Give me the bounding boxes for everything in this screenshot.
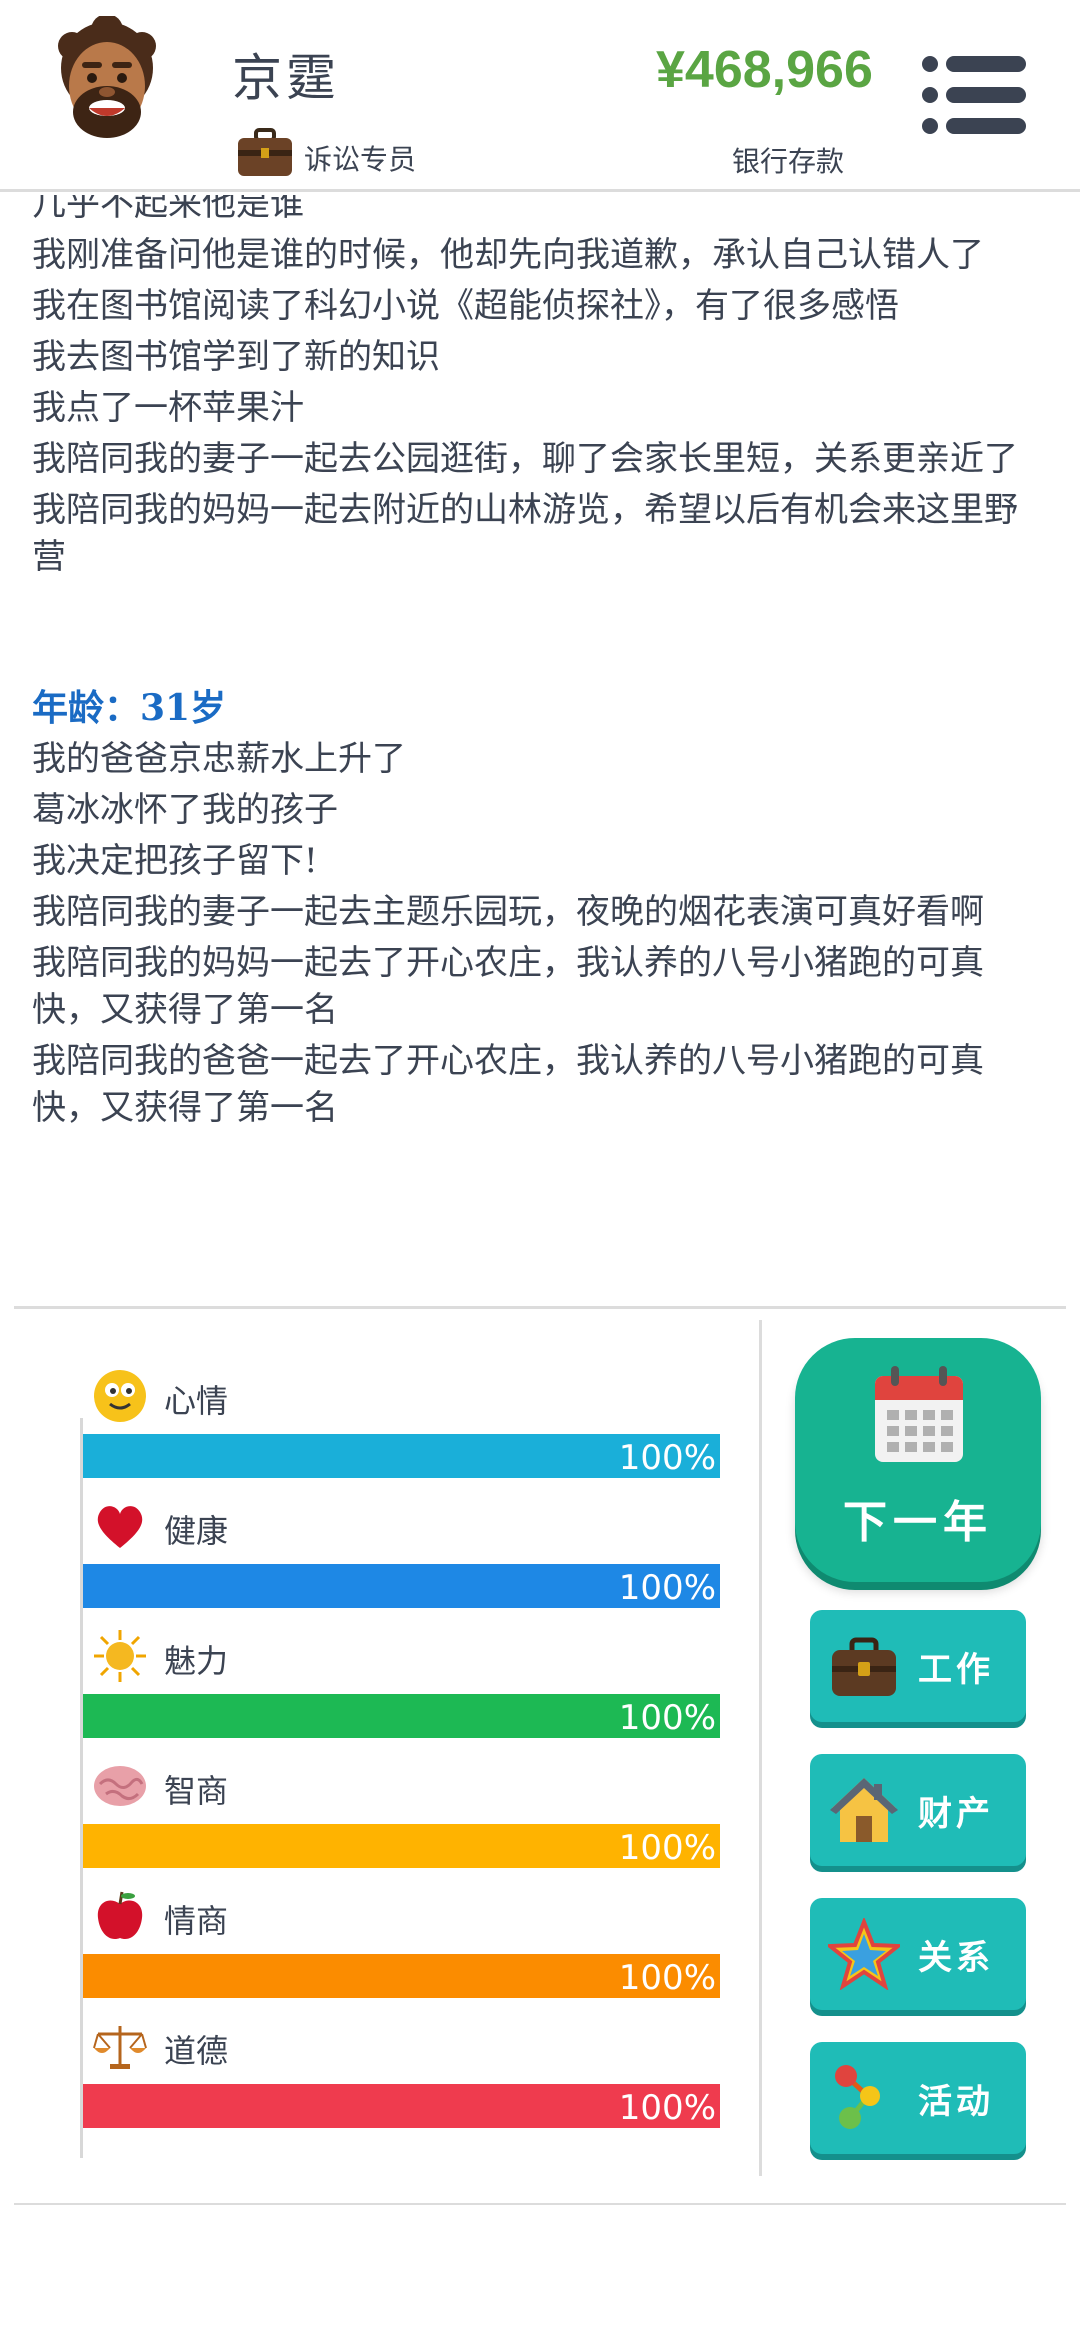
stat-label: 心情 [164,1382,229,1420]
property-button[interactable]: 财产 [810,1754,1026,1866]
briefcase-icon [832,1637,896,1696]
player-name: 京霆 [232,49,340,107]
log-line: 我陪同我的妻子一起去公园逛街，聊了会家长里短，关系更亲近了 [32,439,1018,479]
log-line: 我去图书馆学到了新的知识 [32,337,440,377]
log-line: 葛冰冰怀了我的孩子 [32,790,338,830]
briefcase-icon [238,128,292,176]
star-icon [828,1918,900,1990]
stat-label: 智商 [164,1772,229,1810]
relations-label: 关系 [918,1938,994,1978]
menu-icon[interactable] [920,52,1030,138]
log-line: 几乎不起来他是谁 [32,195,304,224]
stat-label: 道德 [164,2032,229,2070]
stat-percent: 100% [618,2088,716,2128]
divider [14,1306,1066,1309]
job-title: 诉讼专员 [304,143,417,176]
stat-percent: 100% [618,1438,716,1478]
log-line: 我陪同我的妈妈一起去了开心农庄，我认养的八号小猪跑的可真快，又获得了第一名 [32,943,984,1030]
activities-button[interactable]: 活动 [810,2042,1026,2154]
stat-bar: 100% [82,2084,720,2128]
stat-percent: 100% [618,1698,716,1738]
event-log-content: 几乎不起来他是谁 我刚准备问他是谁的时候，他却先向我道歉，承认自己认错人了 我在… [32,195,1042,1136]
log-line: 我陪同我的妻子一起去主题乐园玩，夜晚的烟花表演可真好看啊 [32,892,984,932]
log-line: 我陪同我的爸爸一起去了开心农庄，我认养的八号小猪跑的可真快，又获得了第一名 [32,1041,984,1128]
stat-label: 健康 [164,1512,229,1550]
sun-icon [94,1630,146,1682]
avatar[interactable] [52,16,162,142]
bank-balance-label: 银行存款 [732,145,845,178]
house-icon [830,1778,898,1842]
stats-axis [80,1418,83,2158]
log-line: 我在图书馆阅读了科幻小说《超能侦探社》，有了很多感悟 [32,286,899,326]
apple-icon [97,1891,143,1940]
stat-bar: 100% [82,1824,720,1868]
activities-label: 活动 [918,2082,994,2122]
relations-button[interactable]: 关系 [810,1898,1026,2010]
divider [14,2203,1066,2205]
property-label: 财产 [918,1794,994,1834]
top-bar: 京霆 诉讼专员 ¥468,966 银行存款 [0,0,1080,192]
calendar-icon [875,1366,963,1462]
brain-icon [94,1766,146,1806]
scales-icon [93,2026,147,2069]
smiley-icon [94,1370,146,1422]
log-line: 我点了一杯苹果汁 [32,388,304,428]
work-button[interactable]: 工作 [810,1610,1026,1722]
stat-percent: 100% [618,1958,716,1998]
bank-balance: ¥468,966 [656,41,873,99]
stat-bar: 100% [82,1954,720,1998]
log-line: 我刚准备问他是谁的时候，他却先向我道歉，承认自己认错人了 [32,235,984,275]
log-line: 我的爸爸京忠薪水上升了 [32,739,406,779]
stat-bar: 100% [82,1434,720,1478]
log-line: 我陪同我的妈妈一起去附近的山林游览，希望以后有机会来这里野营 [32,490,1018,577]
next-year-button[interactable]: 下一年 [795,1338,1041,1582]
event-log[interactable]: 几乎不起来他是谁 我刚准备问他是谁的时候，他却先向我道歉，承认自己认错人了 我在… [0,195,1080,1307]
divider [759,1320,762,2176]
stat-label: 魅力 [164,1642,229,1680]
work-label: 工作 [918,1650,994,1690]
stat-bar: 100% [82,1564,720,1608]
stat-percent: 100% [618,1828,716,1868]
activities-icon [835,2065,880,2129]
log-line: 我决定把孩子留下! [32,841,318,881]
stat-percent: 100% [618,1568,716,1608]
stat-label: 情商 [164,1902,229,1940]
heart-icon [97,1506,143,1548]
stat-bar: 100% [82,1694,720,1738]
age-heading: 年龄：31岁 [32,687,227,729]
next-year-label: 下一年 [843,1497,993,1548]
